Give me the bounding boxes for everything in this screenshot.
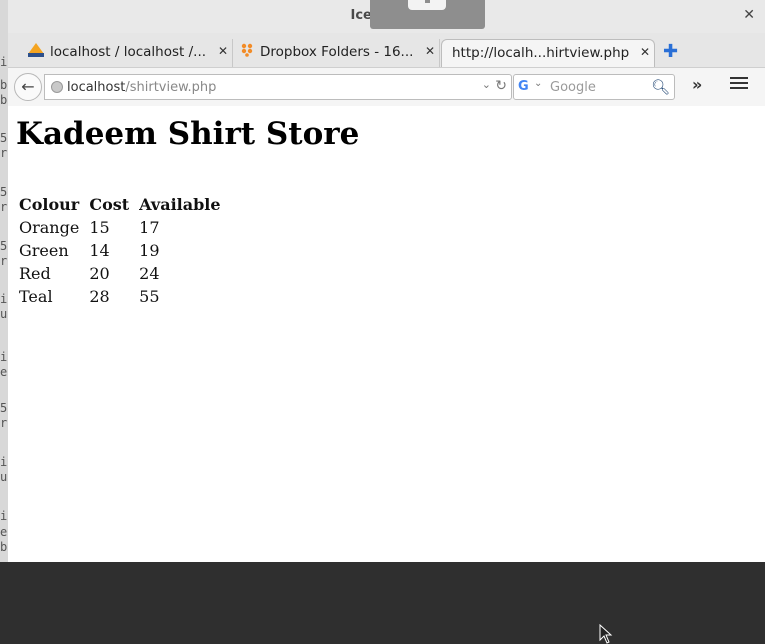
tab-close-icon[interactable]: ✕ bbox=[640, 45, 650, 59]
terminal-line: i bbox=[0, 292, 8, 306]
table-cell: 24 bbox=[139, 264, 160, 283]
table-row: Red 20 24 bbox=[19, 262, 229, 285]
terminal-line: u bbox=[0, 307, 8, 321]
terminal-line: r bbox=[0, 254, 8, 268]
table-cell: 17 bbox=[139, 218, 160, 237]
hamburger-menu-icon[interactable] bbox=[730, 77, 748, 92]
terminal-line: 5 bbox=[0, 131, 8, 145]
terminal-line: b bbox=[0, 93, 8, 107]
chevron-down-icon[interactable]: ⌄ bbox=[534, 78, 542, 89]
navigation-toolbar: ← localhost/shirtview.php ⌄ ↻ G ⌄ Google… bbox=[8, 67, 765, 107]
table-cell: 55 bbox=[139, 287, 160, 306]
phpmyadmin-icon bbox=[28, 43, 44, 57]
column-header: Colour bbox=[19, 195, 80, 214]
page-content: Kadeem Shirt Store Colour Cost Available… bbox=[8, 106, 765, 644]
search-input[interactable]: Google bbox=[550, 80, 596, 95]
tab-close-icon[interactable]: ✕ bbox=[218, 44, 228, 58]
table-header-row: Colour Cost Available bbox=[19, 193, 229, 216]
search-icon[interactable]: 🔍︎ bbox=[651, 78, 670, 96]
back-arrow-icon[interactable]: ← bbox=[14, 73, 42, 101]
chevron-down-icon[interactable]: ⌄ bbox=[482, 78, 491, 91]
search-bar[interactable]: G ⌄ Google 🔍︎ bbox=[513, 74, 675, 100]
url-host: localhost bbox=[67, 80, 126, 95]
tab-shirtview[interactable]: http://localh...hirtview.php ✕ bbox=[441, 39, 655, 67]
terminal-line: 5 bbox=[0, 401, 8, 415]
url-bar[interactable]: localhost/shirtview.php ⌄ ↻ bbox=[44, 74, 512, 100]
shirt-table: Colour Cost Available Orange 15 17 Green… bbox=[17, 193, 231, 308]
overflow-chevron-icon[interactable]: » bbox=[692, 75, 702, 94]
globe-icon bbox=[51, 81, 63, 93]
terminal-line: i bbox=[0, 455, 8, 469]
title-bar[interactable]: Iceweasel ✕ bbox=[8, 0, 765, 34]
mouse-pointer-icon bbox=[599, 624, 613, 644]
table-cell: 14 bbox=[89, 241, 110, 260]
terminal-line: u bbox=[0, 470, 8, 484]
tab-label: http://localh...hirtview.php bbox=[452, 45, 630, 61]
table-cell: 15 bbox=[89, 218, 110, 237]
terminal-line: b bbox=[0, 78, 8, 92]
column-header: Available bbox=[139, 195, 221, 214]
table-cell: 19 bbox=[139, 241, 160, 260]
table-cell: Teal bbox=[19, 287, 53, 306]
terminal-line: r bbox=[0, 200, 8, 214]
tab-dropbox[interactable]: Dropbox Folders - 16... ✕ bbox=[240, 39, 440, 67]
terminal-line: r bbox=[0, 416, 8, 430]
terminal-line: 5 bbox=[0, 239, 8, 253]
url-path: /shirtview.php bbox=[125, 80, 217, 95]
upload-overlay-icon bbox=[370, 0, 485, 29]
browser-window: Iceweasel ✕ localhost / localhost /... ✕… bbox=[8, 0, 765, 644]
terminal-line: 5 bbox=[0, 185, 8, 199]
table-cell: Orange bbox=[19, 218, 80, 237]
table-cell: 20 bbox=[89, 264, 110, 283]
table-row: Green 14 19 bbox=[19, 239, 229, 262]
dropbox-icon bbox=[241, 43, 253, 57]
column-header: Cost bbox=[89, 195, 130, 214]
reload-icon[interactable]: ↻ bbox=[495, 78, 507, 94]
terminal-line: r bbox=[0, 146, 8, 160]
tab-phpmyadmin[interactable]: localhost / localhost /... ✕ bbox=[28, 39, 233, 67]
page-title: Kadeem Shirt Store bbox=[16, 116, 360, 152]
table-cell: Red bbox=[19, 264, 51, 283]
new-tab-plus-icon[interactable]: ✚ bbox=[663, 41, 678, 62]
terminal-line: e bbox=[0, 525, 8, 539]
terminal-line: i bbox=[0, 350, 8, 364]
terminal-line: b bbox=[0, 540, 8, 554]
table-cell: 28 bbox=[89, 287, 110, 306]
tab-label: localhost / localhost /... bbox=[50, 44, 207, 60]
tab-strip: localhost / localhost /... ✕ Dropbox Fol… bbox=[8, 33, 765, 67]
window-close-icon[interactable]: ✕ bbox=[743, 7, 755, 23]
terminal-line: i bbox=[0, 509, 8, 523]
terminal-line: e bbox=[0, 365, 8, 379]
google-icon[interactable]: G bbox=[518, 79, 529, 94]
table-cell: Green bbox=[19, 241, 69, 260]
table-row: Orange 15 17 bbox=[19, 216, 229, 239]
tab-close-icon[interactable]: ✕ bbox=[425, 44, 435, 58]
table-row: Teal 28 55 bbox=[19, 285, 229, 308]
url-text[interactable]: localhost/shirtview.php bbox=[67, 80, 216, 95]
tab-label: Dropbox Folders - 16... bbox=[260, 44, 414, 60]
